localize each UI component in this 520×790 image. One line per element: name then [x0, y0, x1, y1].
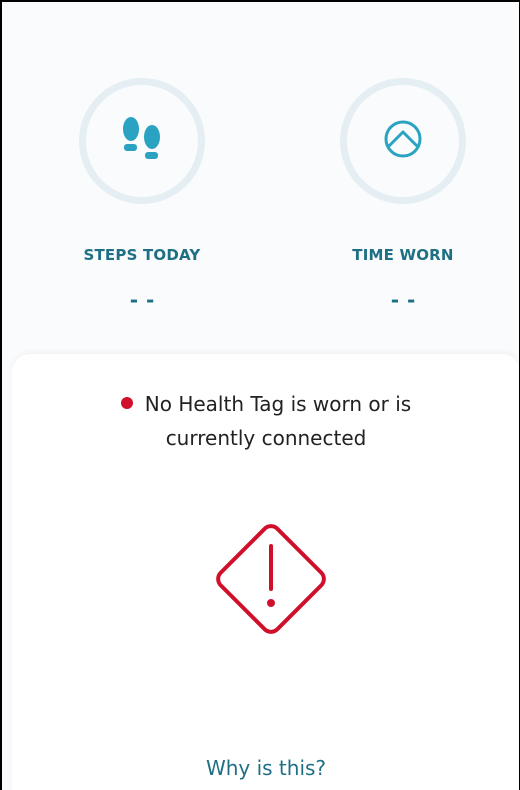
stats-section: STEPS TODAY -- TIME WORN --	[2, 2, 519, 352]
steps-ring	[79, 78, 205, 204]
connection-status-card: No Health Tag is worn or is currently co…	[12, 354, 519, 790]
time-worn-stat: TIME WORN --	[323, 78, 483, 312]
steps-today-stat: STEPS TODAY --	[62, 78, 222, 312]
footprints-icon	[115, 115, 169, 168]
time-worn-label: TIME WORN	[352, 246, 454, 264]
status-message-line1: No Health Tag is worn or is	[144, 392, 412, 416]
steps-today-value: --	[129, 288, 163, 312]
status-message: No Health Tag is worn or is currently co…	[12, 387, 519, 455]
steps-today-label: STEPS TODAY	[83, 246, 201, 264]
wear-time-icon	[381, 117, 425, 166]
status-message-line2: currently connected	[165, 426, 367, 450]
status-dot	[120, 397, 133, 409]
warning-icon	[206, 514, 336, 644]
time-worn-value: --	[390, 288, 424, 312]
why-is-this-link[interactable]: Why is this?	[12, 756, 519, 780]
health-tag-screen: STEPS TODAY -- TIME WORN -- No Health Ta…	[0, 0, 520, 790]
time-worn-ring	[340, 78, 466, 204]
